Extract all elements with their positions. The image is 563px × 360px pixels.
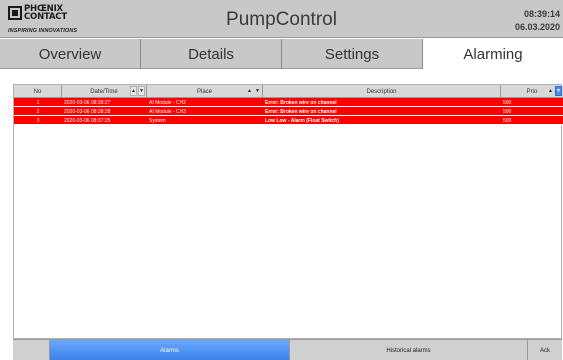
cell-prio: 500 xyxy=(503,108,512,115)
ack-button[interactable]: Ack xyxy=(528,340,562,360)
header-bar: PHŒNIX CONTACT INSPIRING INNOVATIONS Pum… xyxy=(0,0,563,38)
cell-description: Low Low - Alarm (Float Switch) xyxy=(265,117,339,124)
clock-date: 06.03.2020 xyxy=(514,22,560,32)
column-label-prio: Prio xyxy=(526,88,538,95)
blank-button[interactable] xyxy=(13,340,50,360)
column-header-description[interactable]: Description xyxy=(263,85,501,98)
table-row[interactable]: 1 2020-03-06 08:38:27 AI Module - CH2 Er… xyxy=(14,98,563,107)
cell-datetime: 2020-03-06 08:38:27 xyxy=(64,99,111,106)
column-header-place[interactable]: Place ▲ ▼ xyxy=(147,85,263,98)
column-label-datetime: Date/Time xyxy=(90,88,118,95)
tab-details[interactable]: Details xyxy=(141,39,282,69)
column-header-datetime[interactable]: Date/Time ▲ ▼ xyxy=(62,85,147,98)
column-label-no: No xyxy=(33,88,42,95)
cell-place: AI Module - CH2 xyxy=(149,99,186,106)
cell-datetime: 2020-03-06 08:37:25 xyxy=(64,117,111,124)
cell-place: System xyxy=(149,117,166,124)
app-title: PumpControl xyxy=(226,9,337,30)
tab-alarming[interactable]: Alarming xyxy=(423,39,563,69)
cell-datetime: 2020-03-06 08:38:28 xyxy=(64,108,111,115)
cell-no: 2 xyxy=(36,108,40,115)
prio-sort-down-icon[interactable]: ▼ xyxy=(555,86,562,96)
alarm-table: No Date/Time ▲ ▼ Place ▲ ▼ Description P… xyxy=(13,84,563,339)
pumpcontrol-screen: PHŒNIX CONTACT INSPIRING INNOVATIONS Pum… xyxy=(0,0,563,360)
prio-sort-up-icon[interactable]: ▲ xyxy=(547,86,554,96)
alarm-table-header: No Date/Time ▲ ▼ Place ▲ ▼ Description P… xyxy=(14,85,563,98)
main-tabs: Overview Details Settings Alarming xyxy=(0,39,563,69)
tab-settings[interactable]: Settings xyxy=(282,39,423,69)
cell-prio: 500 xyxy=(503,99,512,106)
clock-time: 08:39:14 xyxy=(523,9,560,19)
cell-description: Error: Broken wire on channel xyxy=(265,99,337,106)
alarm-button-bar: Alarms Historical alarms Ack xyxy=(13,339,562,360)
clock: 08:39:14 06.03.2020 xyxy=(515,8,560,34)
datetime-sort-controls: ▲ ▼ xyxy=(130,86,145,96)
prio-sort-controls: ▲ ▼ xyxy=(547,86,562,96)
datetime-sort-down-icon[interactable]: ▼ xyxy=(138,86,145,96)
column-header-no[interactable]: No xyxy=(14,85,62,98)
column-label-description: Description xyxy=(366,88,397,95)
historical-alarms-button[interactable]: Historical alarms xyxy=(290,340,528,360)
place-sort-up-icon[interactable]: ▲ xyxy=(246,86,253,96)
column-header-prio[interactable]: Prio ▲ ▼ xyxy=(501,85,563,98)
place-sort-controls: ▲ ▼ xyxy=(246,86,261,96)
datetime-sort-up-icon[interactable]: ▲ xyxy=(130,86,137,96)
cell-no: 1 xyxy=(36,99,40,106)
alarms-button[interactable]: Alarms xyxy=(50,340,290,360)
column-label-place: Place xyxy=(196,88,212,95)
cell-description: Error: Broken wire on channel xyxy=(265,108,337,115)
cell-place: AI Module - CH3 xyxy=(149,108,186,115)
tab-overview[interactable]: Overview xyxy=(0,39,141,69)
place-sort-down-icon[interactable]: ▼ xyxy=(254,86,261,96)
cell-prio: 500 xyxy=(503,117,512,124)
table-row[interactable]: 3 2020-03-06 08:37:25 System Low Low - A… xyxy=(14,116,563,125)
table-row[interactable]: 2 2020-03-06 08:38:28 AI Module - CH3 Er… xyxy=(14,107,563,116)
cell-no: 3 xyxy=(36,117,40,124)
